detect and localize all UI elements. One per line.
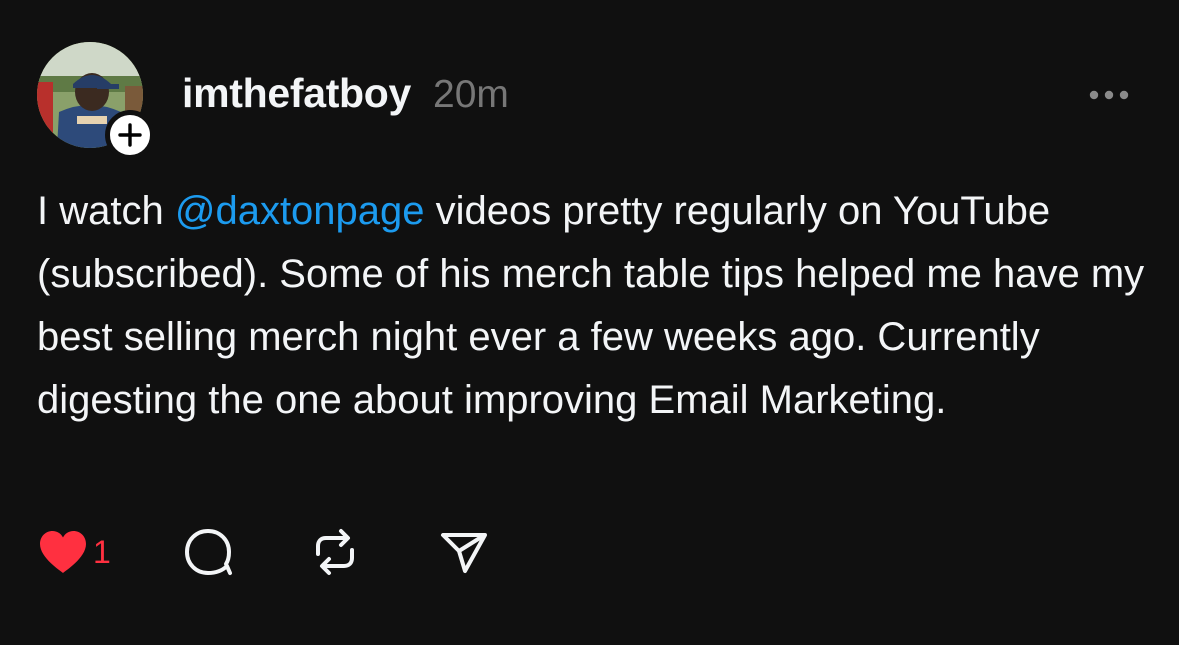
comment-icon: [185, 529, 232, 575]
like-button[interactable]: 1: [37, 529, 183, 575]
reply-button[interactable]: [183, 527, 309, 577]
more-options-button[interactable]: [1084, 78, 1134, 112]
author-avatar-container[interactable]: [37, 42, 155, 160]
post-text-before-mention: I watch: [37, 189, 175, 233]
like-count: 1: [93, 533, 111, 570]
post-timestamp[interactable]: 20m: [433, 73, 509, 117]
action-bar: 1: [37, 524, 490, 580]
repost-button[interactable]: [309, 527, 438, 577]
mention-link[interactable]: @daxtonpage: [175, 189, 425, 233]
post-body: I watch @daxtonpage videos pretty regula…: [37, 180, 1147, 432]
follow-button[interactable]: [105, 110, 155, 160]
send-icon: [441, 533, 487, 573]
author-username[interactable]: imthefatboy: [182, 70, 411, 117]
post-header: imthefatboy 20m: [182, 70, 509, 117]
share-button[interactable]: [438, 527, 490, 577]
plus-icon: [118, 123, 142, 147]
heart-filled-icon: [40, 531, 86, 573]
repost-icon: [316, 529, 354, 575]
post-card: imthefatboy 20m I watch @daxtonpage vide…: [0, 0, 1179, 645]
more-dots-icon: [1089, 90, 1129, 100]
